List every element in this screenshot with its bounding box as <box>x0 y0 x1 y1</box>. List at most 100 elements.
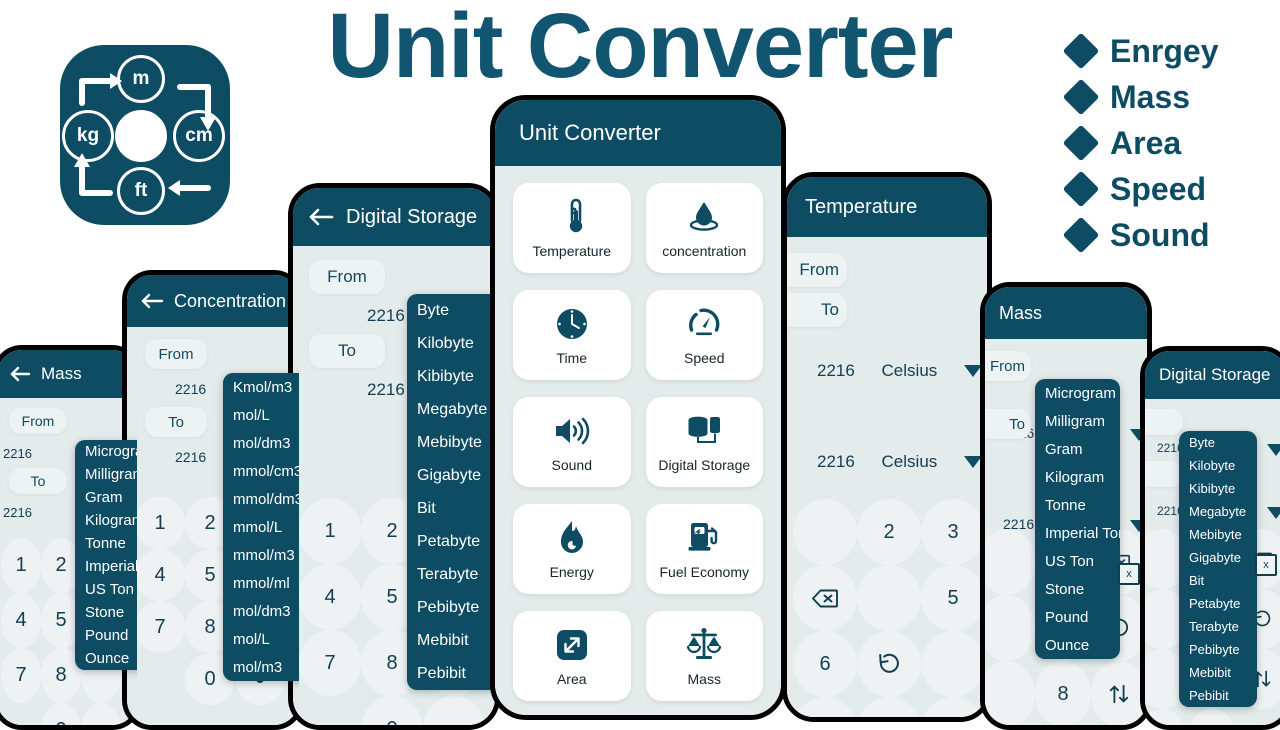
unit-dropdown[interactable]: Kmol/m3 mol/L mol/dm3 mmol/cm3 mmol/dm3 … <box>223 373 299 681</box>
dropdown-item[interactable]: mmol/L <box>223 513 299 541</box>
dropdown-item[interactable]: Terabyte <box>1179 615 1257 638</box>
unit-dropdown[interactable]: Byte Kilobyte Kibibyte Megabyte Mebibyte… <box>1179 431 1257 707</box>
key-3[interactable]: 3 <box>921 499 985 565</box>
dropdown-item[interactable]: mol/dm3 <box>223 429 299 457</box>
dropdown-item[interactable]: Kilogram <box>1035 463 1120 491</box>
dropdown-item[interactable]: Microgram <box>75 440 137 463</box>
from-chip[interactable]: From <box>985 351 1031 381</box>
key-decimal[interactable] <box>423 696 485 725</box>
dropdown-item-selected[interactable]: Gigabyte <box>1179 546 1257 569</box>
to-chip[interactable]: To <box>9 468 67 494</box>
dropdown-item[interactable]: Petabyte <box>407 525 495 558</box>
key-7[interactable]: 7 <box>1 648 41 703</box>
back-arrow-icon[interactable] <box>308 207 334 227</box>
from-value-row[interactable]: 2216 <box>3 446 32 461</box>
key-1[interactable] <box>793 499 857 565</box>
from-value-row[interactable]: 2216 <box>367 306 405 326</box>
dropdown-item[interactable]: Pebibyte <box>1179 638 1257 661</box>
key-swap-units[interactable] <box>1091 661 1147 725</box>
to-value-row[interactable]: 2216 <box>3 505 32 520</box>
dropdown-item[interactable]: Bit <box>1179 569 1257 592</box>
key-2[interactable]: 2 <box>857 499 921 565</box>
back-arrow-icon[interactable] <box>140 292 164 310</box>
numeric-keypad[interactable]: 2 3 5 6 <box>793 499 985 717</box>
from-value-row[interactable]: 2216 <box>175 381 206 397</box>
to-chip[interactable]: To <box>985 409 1031 439</box>
key-decimal[interactable] <box>81 703 121 725</box>
key-0[interactable]: 0 <box>41 703 81 725</box>
dropdown-item[interactable]: Pebibit <box>1179 684 1257 707</box>
to-chip[interactable]: To <box>309 334 385 368</box>
from-value-row[interactable]: 2216 Celsius <box>817 361 982 381</box>
dropdown-item[interactable]: mol/dm3 <box>223 597 299 625</box>
dropdown-item[interactable]: Kilogram <box>75 509 137 532</box>
chevron-down-icon[interactable] <box>1267 507 1280 519</box>
dropdown-item-selected[interactable]: Imperial Ton <box>1035 519 1120 547</box>
tile-speed[interactable]: Speed <box>645 290 763 380</box>
key-1[interactable]: 1 <box>299 498 361 564</box>
dropdown-item[interactable]: mol/L <box>223 401 299 429</box>
dropdown-item[interactable]: Bit <box>407 492 495 525</box>
dropdown-item[interactable]: Tonne <box>1035 491 1120 519</box>
key-1[interactable]: 1 <box>1 538 41 593</box>
dropdown-item[interactable]: Pound <box>75 624 137 647</box>
to-chip[interactable]: To <box>145 407 207 437</box>
key-9[interactable]: 9 <box>857 697 921 717</box>
dropdown-item[interactable]: Mebibyte <box>407 426 495 459</box>
from-chip[interactable]: From <box>9 408 67 434</box>
key-5[interactable]: 5 <box>921 565 985 631</box>
dropdown-item[interactable]: Tonne <box>75 532 137 555</box>
dropdown-item[interactable]: Microgram <box>1035 379 1120 407</box>
key-1[interactable]: 1 <box>135 497 185 549</box>
tile-fuel-economy[interactable]: Fuel Economy <box>645 504 763 594</box>
to-value-row[interactable]: 2216 Celsius <box>817 452 982 472</box>
key-8[interactable]: 8 <box>1035 661 1091 725</box>
key-4[interactable] <box>857 565 921 631</box>
dropdown-item[interactable]: Pebibit <box>407 657 495 690</box>
to-unit[interactable]: Celsius <box>882 452 938 472</box>
dropdown-item[interactable]: US Ton <box>1035 547 1120 575</box>
tile-time[interactable]: Time <box>513 290 631 380</box>
key-8[interactable]: 8 <box>793 697 857 717</box>
key-0[interactable]: 0 <box>1145 709 1187 725</box>
key-4[interactable] <box>985 595 1035 661</box>
dropdown-item[interactable]: Gram <box>75 486 137 509</box>
dropdown-item[interactable]: mmol/dm3 <box>223 485 299 513</box>
key-decimal[interactable] <box>1187 709 1237 725</box>
dropdown-item[interactable]: Kmol/m3 <box>223 373 299 401</box>
dropdown-item[interactable]: Imperial Ton <box>75 555 137 578</box>
dropdown-item[interactable]: Byte <box>407 294 495 327</box>
dropdown-item[interactable]: Kibibyte <box>1179 477 1257 500</box>
dropdown-item[interactable]: Pound <box>1035 603 1120 631</box>
key-4[interactable]: 4 <box>299 564 361 630</box>
key-7[interactable] <box>921 631 985 697</box>
unit-dropdown[interactable]: Microgram Milligram Gram Kilogram Tonne … <box>75 440 137 670</box>
dropdown-item[interactable]: Petabyte <box>1179 592 1257 615</box>
dropdown-item[interactable]: Mebibit <box>407 624 495 657</box>
tile-area[interactable]: Area <box>513 611 631 701</box>
to-chip[interactable] <box>1145 461 1183 487</box>
dropdown-item[interactable]: mmol/cm3 <box>223 457 299 485</box>
dropdown-item[interactable]: Mebibyte <box>1179 523 1257 546</box>
to-chip[interactable]: To <box>787 293 847 327</box>
key-4[interactable]: 4 <box>1 593 41 648</box>
dropdown-item[interactable]: Megabyte <box>407 393 495 426</box>
key-7[interactable]: 7 <box>135 601 185 653</box>
dropdown-item[interactable]: Stone <box>75 601 137 624</box>
key-4[interactable]: 4 <box>135 549 185 601</box>
dropdown-item[interactable]: Terabyte <box>407 558 495 591</box>
dropdown-item[interactable]: Byte <box>1179 431 1257 454</box>
to-value-row[interactable]: 2216 <box>367 380 405 400</box>
tile-mass[interactable]: Mass <box>645 611 763 701</box>
dropdown-item[interactable]: US Ton <box>75 578 137 601</box>
unit-dropdown[interactable]: Microgram Milligram Gram Kilogram Tonne … <box>1035 379 1120 659</box>
dropdown-item[interactable]: Kibibyte <box>407 360 495 393</box>
key-7[interactable] <box>985 661 1035 725</box>
tile-concentration[interactable]: concentration <box>645 183 763 273</box>
from-chip[interactable]: From <box>309 260 385 294</box>
chevron-down-icon[interactable] <box>1267 444 1280 456</box>
dropdown-item[interactable]: Milligram <box>1035 407 1120 435</box>
dropdown-item[interactable]: mmol/m3 <box>223 541 299 569</box>
dropdown-item[interactable]: Gram <box>1035 435 1120 463</box>
dropdown-item[interactable]: Pebibyte <box>407 591 495 624</box>
